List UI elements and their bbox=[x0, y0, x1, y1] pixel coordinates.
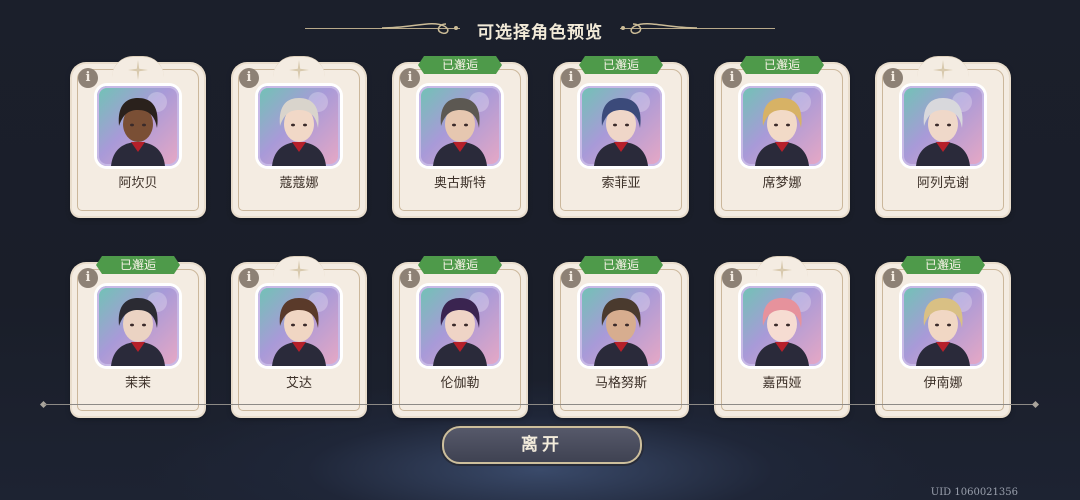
character-name: 蔻蔻娜 bbox=[279, 176, 319, 191]
met-badge: 已邂逅 bbox=[418, 56, 502, 74]
info-icon[interactable]: i bbox=[78, 268, 98, 288]
sparkle-icon bbox=[128, 60, 148, 80]
character-name: 艾达 bbox=[285, 376, 312, 391]
character-name: 奥古斯特 bbox=[433, 176, 486, 191]
met-badge: 已邂逅 bbox=[740, 56, 824, 74]
character-portrait bbox=[741, 86, 823, 166]
met-badge: 已邂逅 bbox=[418, 256, 502, 274]
sparkle-icon bbox=[289, 260, 309, 280]
info-icon[interactable]: i bbox=[883, 68, 903, 88]
character-card[interactable]: i 嘉西娅 bbox=[716, 256, 848, 416]
leave-button[interactable]: 离开 bbox=[442, 426, 642, 464]
divider-end-right bbox=[1031, 400, 1040, 409]
character-name: 索菲亚 bbox=[601, 176, 641, 191]
sparkle-icon bbox=[289, 60, 309, 80]
character-card[interactable]: 已邂逅 i 席梦娜 bbox=[716, 64, 848, 216]
uid-label: UID 1060021356 bbox=[930, 487, 1018, 498]
character-name: 席梦娜 bbox=[762, 176, 802, 191]
character-name: 阿列克谢 bbox=[916, 176, 969, 191]
character-portrait bbox=[419, 286, 501, 366]
character-portrait bbox=[419, 86, 501, 166]
met-badge: 已邂逅 bbox=[579, 256, 663, 274]
character-card[interactable]: 已邂逅 i 茉茉 bbox=[72, 264, 204, 416]
info-icon[interactable]: i bbox=[883, 268, 903, 288]
character-portrait bbox=[902, 86, 984, 166]
character-name: 马格努斯 bbox=[594, 376, 647, 391]
character-card[interactable]: i 阿列克谢 bbox=[877, 56, 1009, 216]
character-portrait bbox=[258, 86, 340, 166]
character-portrait bbox=[97, 286, 179, 366]
character-card[interactable]: 已邂逅 i 伦伽勒 bbox=[394, 264, 526, 416]
character-card[interactable]: 已邂逅 i 马格努斯 bbox=[555, 264, 687, 416]
character-name: 茉茉 bbox=[124, 376, 151, 391]
character-portrait bbox=[902, 286, 984, 366]
sparkle-icon bbox=[772, 260, 792, 280]
info-icon[interactable]: i bbox=[561, 268, 581, 288]
grid-divider bbox=[44, 404, 1036, 405]
info-icon[interactable]: i bbox=[722, 268, 742, 288]
character-name: 阿坎贝 bbox=[118, 176, 158, 191]
character-portrait bbox=[741, 286, 823, 366]
character-card[interactable]: 已邂逅 i 索菲亚 bbox=[555, 64, 687, 216]
page-title: 可选择角色预览 bbox=[477, 23, 603, 43]
character-card[interactable]: i 艾达 bbox=[233, 256, 365, 416]
character-card[interactable]: 已邂逅 i 伊南娜 bbox=[877, 264, 1009, 416]
character-name: 嘉西娅 bbox=[762, 376, 802, 391]
info-icon[interactable]: i bbox=[239, 68, 259, 88]
character-portrait bbox=[580, 286, 662, 366]
met-badge: 已邂逅 bbox=[96, 256, 180, 274]
character-card[interactable]: 已邂逅 i 奥古斯特 bbox=[394, 64, 526, 216]
met-badge: 已邂逅 bbox=[579, 56, 663, 74]
sparkle-icon bbox=[933, 60, 953, 80]
info-icon[interactable]: i bbox=[400, 268, 420, 288]
info-icon[interactable]: i bbox=[400, 68, 420, 88]
character-card[interactable]: i 阿坎贝 bbox=[72, 56, 204, 216]
met-badge: 已邂逅 bbox=[901, 256, 985, 274]
character-name: 伦伽勒 bbox=[440, 376, 480, 391]
info-icon[interactable]: i bbox=[78, 68, 98, 88]
character-card[interactable]: i 蔻蔻娜 bbox=[233, 56, 365, 216]
header-banner: 可选择角色预览 bbox=[0, 14, 1080, 44]
info-icon[interactable]: i bbox=[239, 268, 259, 288]
info-icon[interactable]: i bbox=[561, 68, 581, 88]
character-portrait bbox=[258, 286, 340, 366]
info-icon[interactable]: i bbox=[722, 68, 742, 88]
character-name: 伊南娜 bbox=[923, 376, 963, 391]
character-portrait bbox=[580, 86, 662, 166]
character-portrait bbox=[97, 86, 179, 166]
